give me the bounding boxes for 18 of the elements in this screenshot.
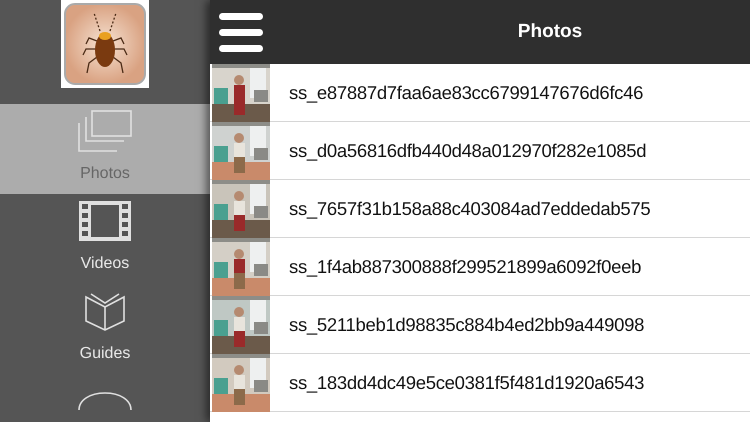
- photo-name: ss_d0a56816dfb440d48a012970f282e1085d: [289, 138, 646, 163]
- photos-icon: [78, 110, 132, 152]
- photo-name: ss_1f4ab887300888f299521899a6092f0eeb: [289, 254, 642, 279]
- menu-icon[interactable]: [218, 11, 264, 53]
- speech-bubble-icon: [78, 392, 132, 410]
- header-title: Photos: [518, 20, 582, 44]
- photo-name: ss_e87887d7faa6ae83cc6799147676d6fc46: [289, 80, 644, 105]
- photo-row[interactable]: ss_1f4ab887300888f299521899a6092f0eeb: [210, 238, 750, 296]
- photo-row[interactable]: ss_e87887d7faa6ae83cc6799147676d6fc46: [210, 64, 750, 122]
- photo-name: ss_5211beb1d98835c884b4ed2bb9a449098: [289, 312, 644, 337]
- book-icon: [85, 291, 125, 331]
- photo-row[interactable]: ss_5211beb1d98835c884b4ed2bb9a449098: [210, 296, 750, 354]
- photo-name: ss_7657f31b158a88c403084ad7eddedab575: [289, 196, 650, 221]
- photo-row[interactable]: ss_d0a56816dfb440d48a012970f282e1085d: [210, 122, 750, 180]
- film-icon: [79, 201, 131, 241]
- photo-row[interactable]: ss_7657f31b158a88c403084ad7eddedab575: [210, 180, 750, 238]
- photo-name: ss_183dd4dc49e5ce0381f5f481d1920a6543: [289, 370, 644, 395]
- photo-row[interactable]: ss_183dd4dc49e5ce0381f5f481d1920a6543: [210, 354, 750, 412]
